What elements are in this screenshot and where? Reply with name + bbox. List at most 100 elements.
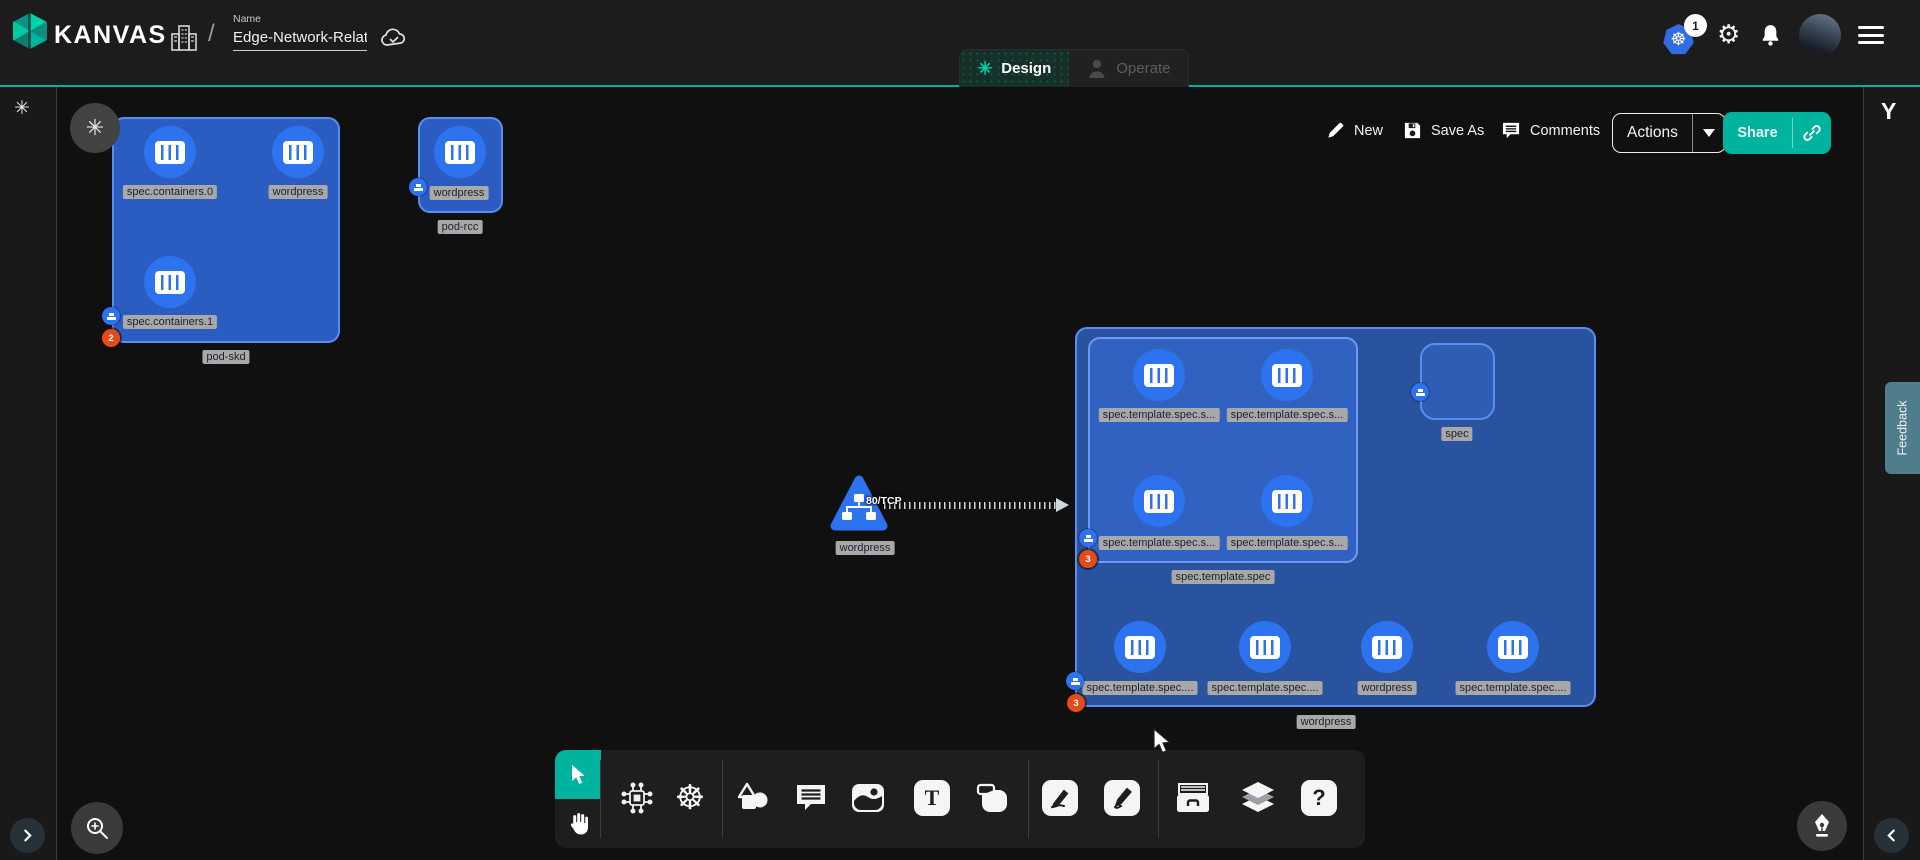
container-node-deploy-3[interactable] [1487, 621, 1539, 673]
share-button[interactable]: Share [1723, 112, 1831, 154]
node-label: wordpress [430, 186, 489, 200]
save-as-button[interactable]: Save As [1403, 121, 1484, 140]
container-node-template-2[interactable] [1133, 475, 1185, 527]
container-node-wordpress-1[interactable] [272, 126, 324, 178]
comments-button[interactable]: Comments [1501, 121, 1600, 140]
text-tool[interactable]: T [908, 774, 956, 822]
pod-badge[interactable] [1411, 383, 1429, 401]
dropdown-caret-icon [1703, 129, 1715, 137]
settings-gear-icon[interactable]: ⚙ [1717, 19, 1740, 50]
node-label: spec.template.spec.... [1208, 681, 1323, 695]
collapse-right-panel-button[interactable] [1874, 818, 1909, 853]
menu-hamburger-icon[interactable] [1858, 26, 1884, 49]
component-tool[interactable] [613, 774, 661, 822]
toolbar-divider [1028, 760, 1029, 838]
container-node-deploy-2[interactable] [1361, 621, 1413, 673]
node-label: spec.template.spec.s... [1227, 536, 1348, 550]
pen-nib-icon [1810, 813, 1834, 839]
note-tool[interactable] [968, 774, 1016, 822]
container-node-template-1[interactable] [1261, 349, 1313, 401]
design-name-input[interactable] [233, 27, 367, 51]
container-node-spec-containers-0[interactable] [144, 126, 196, 178]
drawer-icon [1175, 782, 1211, 814]
count-badge[interactable]: 3 [1067, 694, 1085, 712]
tab-operate[interactable]: Operate [1069, 50, 1188, 87]
layers-tool[interactable] [1234, 774, 1282, 822]
group-label-pod-skd: pod-skd [202, 350, 249, 364]
container-icon [1272, 490, 1302, 513]
pod-icon [1071, 678, 1080, 685]
notifications-bell-icon[interactable] [1758, 23, 1783, 48]
tab-design[interactable]: ✳ Design [960, 50, 1069, 87]
toolbar-divider [600, 760, 601, 838]
container-node-template-0[interactable] [1133, 349, 1185, 401]
node-label: spec.containers.0 [123, 185, 217, 199]
expand-left-panel-button[interactable] [10, 818, 45, 853]
feedback-tab[interactable]: Feedback [1885, 382, 1920, 474]
copy-link-icon [1802, 123, 1822, 143]
container-node-spec-containers-1[interactable] [144, 256, 196, 308]
actions-button[interactable]: Actions [1612, 113, 1726, 153]
select-arrow-icon [568, 764, 588, 786]
context-count-badge[interactable]: 1 [1684, 14, 1707, 37]
kubernetes-wheel-icon: ☸ [675, 778, 705, 818]
cloud-synced-icon[interactable] [379, 26, 409, 50]
drawer-tool[interactable] [1169, 774, 1217, 822]
pen-nib-button[interactable] [1797, 801, 1847, 851]
count-badge[interactable]: 3 [1079, 550, 1097, 568]
help-tool[interactable]: ? [1295, 774, 1343, 822]
container-node-deploy-1[interactable] [1239, 621, 1291, 673]
image-tool[interactable] [844, 774, 892, 822]
service-label: wordpress [836, 541, 895, 555]
container-node-template-3[interactable] [1261, 475, 1313, 527]
new-button[interactable]: New [1326, 121, 1383, 140]
pan-hand-icon [567, 812, 589, 836]
kubernetes-tool[interactable]: ☸ [666, 774, 714, 822]
tab-design-label: Design [1001, 60, 1051, 77]
container-icon [1144, 364, 1174, 387]
share-button-label: Share [1723, 125, 1792, 141]
canvas-pinwheel-button[interactable]: ✳ [70, 103, 120, 153]
note-tool-icon [975, 782, 1009, 814]
container-icon [283, 141, 313, 164]
container-icon [1144, 490, 1174, 513]
comment-tool[interactable] [787, 774, 835, 822]
pod-badge[interactable] [102, 307, 120, 325]
copy-link-button[interactable] [1793, 123, 1831, 143]
chevron-right-icon [21, 829, 34, 842]
pod-icon [107, 313, 116, 320]
dock-pinwheel-icon[interactable]: ✳ [14, 97, 30, 120]
mouse-cursor [1152, 728, 1174, 756]
zoom-button[interactable] [71, 802, 123, 854]
pen-tool[interactable] [1036, 774, 1084, 822]
container-icon [155, 141, 185, 164]
merge-y-icon[interactable]: Y [1881, 98, 1896, 125]
node-spec[interactable] [1420, 343, 1495, 420]
group-label-spec-template-spec: spec.template.spec [1172, 570, 1275, 584]
container-node-wordpress-2[interactable] [434, 126, 486, 178]
pod-badge[interactable] [1079, 529, 1097, 547]
group-spec-template-spec[interactable] [1088, 337, 1358, 563]
node-label-spec: spec [1441, 427, 1472, 441]
container-icon [1498, 636, 1528, 659]
container-node-deploy-0[interactable] [1114, 621, 1166, 673]
pod-badge[interactable] [409, 178, 427, 196]
image-tool-icon [851, 783, 885, 813]
pan-tool[interactable] [555, 799, 601, 848]
edge-service-to-deployment[interactable] [884, 502, 1058, 509]
pod-badge[interactable] [1066, 672, 1084, 690]
node-label: wordpress [1358, 681, 1417, 695]
container-icon [445, 141, 475, 164]
count-badge[interactable]: 2 [102, 329, 120, 347]
pencil-tool[interactable] [1098, 774, 1146, 822]
actions-dropdown-toggle[interactable] [1693, 129, 1725, 137]
comments-bubble-icon [1501, 121, 1521, 140]
toolbar-divider [722, 760, 723, 838]
select-tool[interactable] [555, 750, 601, 799]
group-label-pod-rcc: pod-rcc [438, 220, 483, 234]
tab-operate-label: Operate [1116, 60, 1170, 77]
shapes-tool[interactable] [729, 774, 777, 822]
component-circuit-icon [620, 781, 654, 815]
user-avatar[interactable] [1799, 14, 1841, 56]
building-icon[interactable] [168, 22, 200, 54]
